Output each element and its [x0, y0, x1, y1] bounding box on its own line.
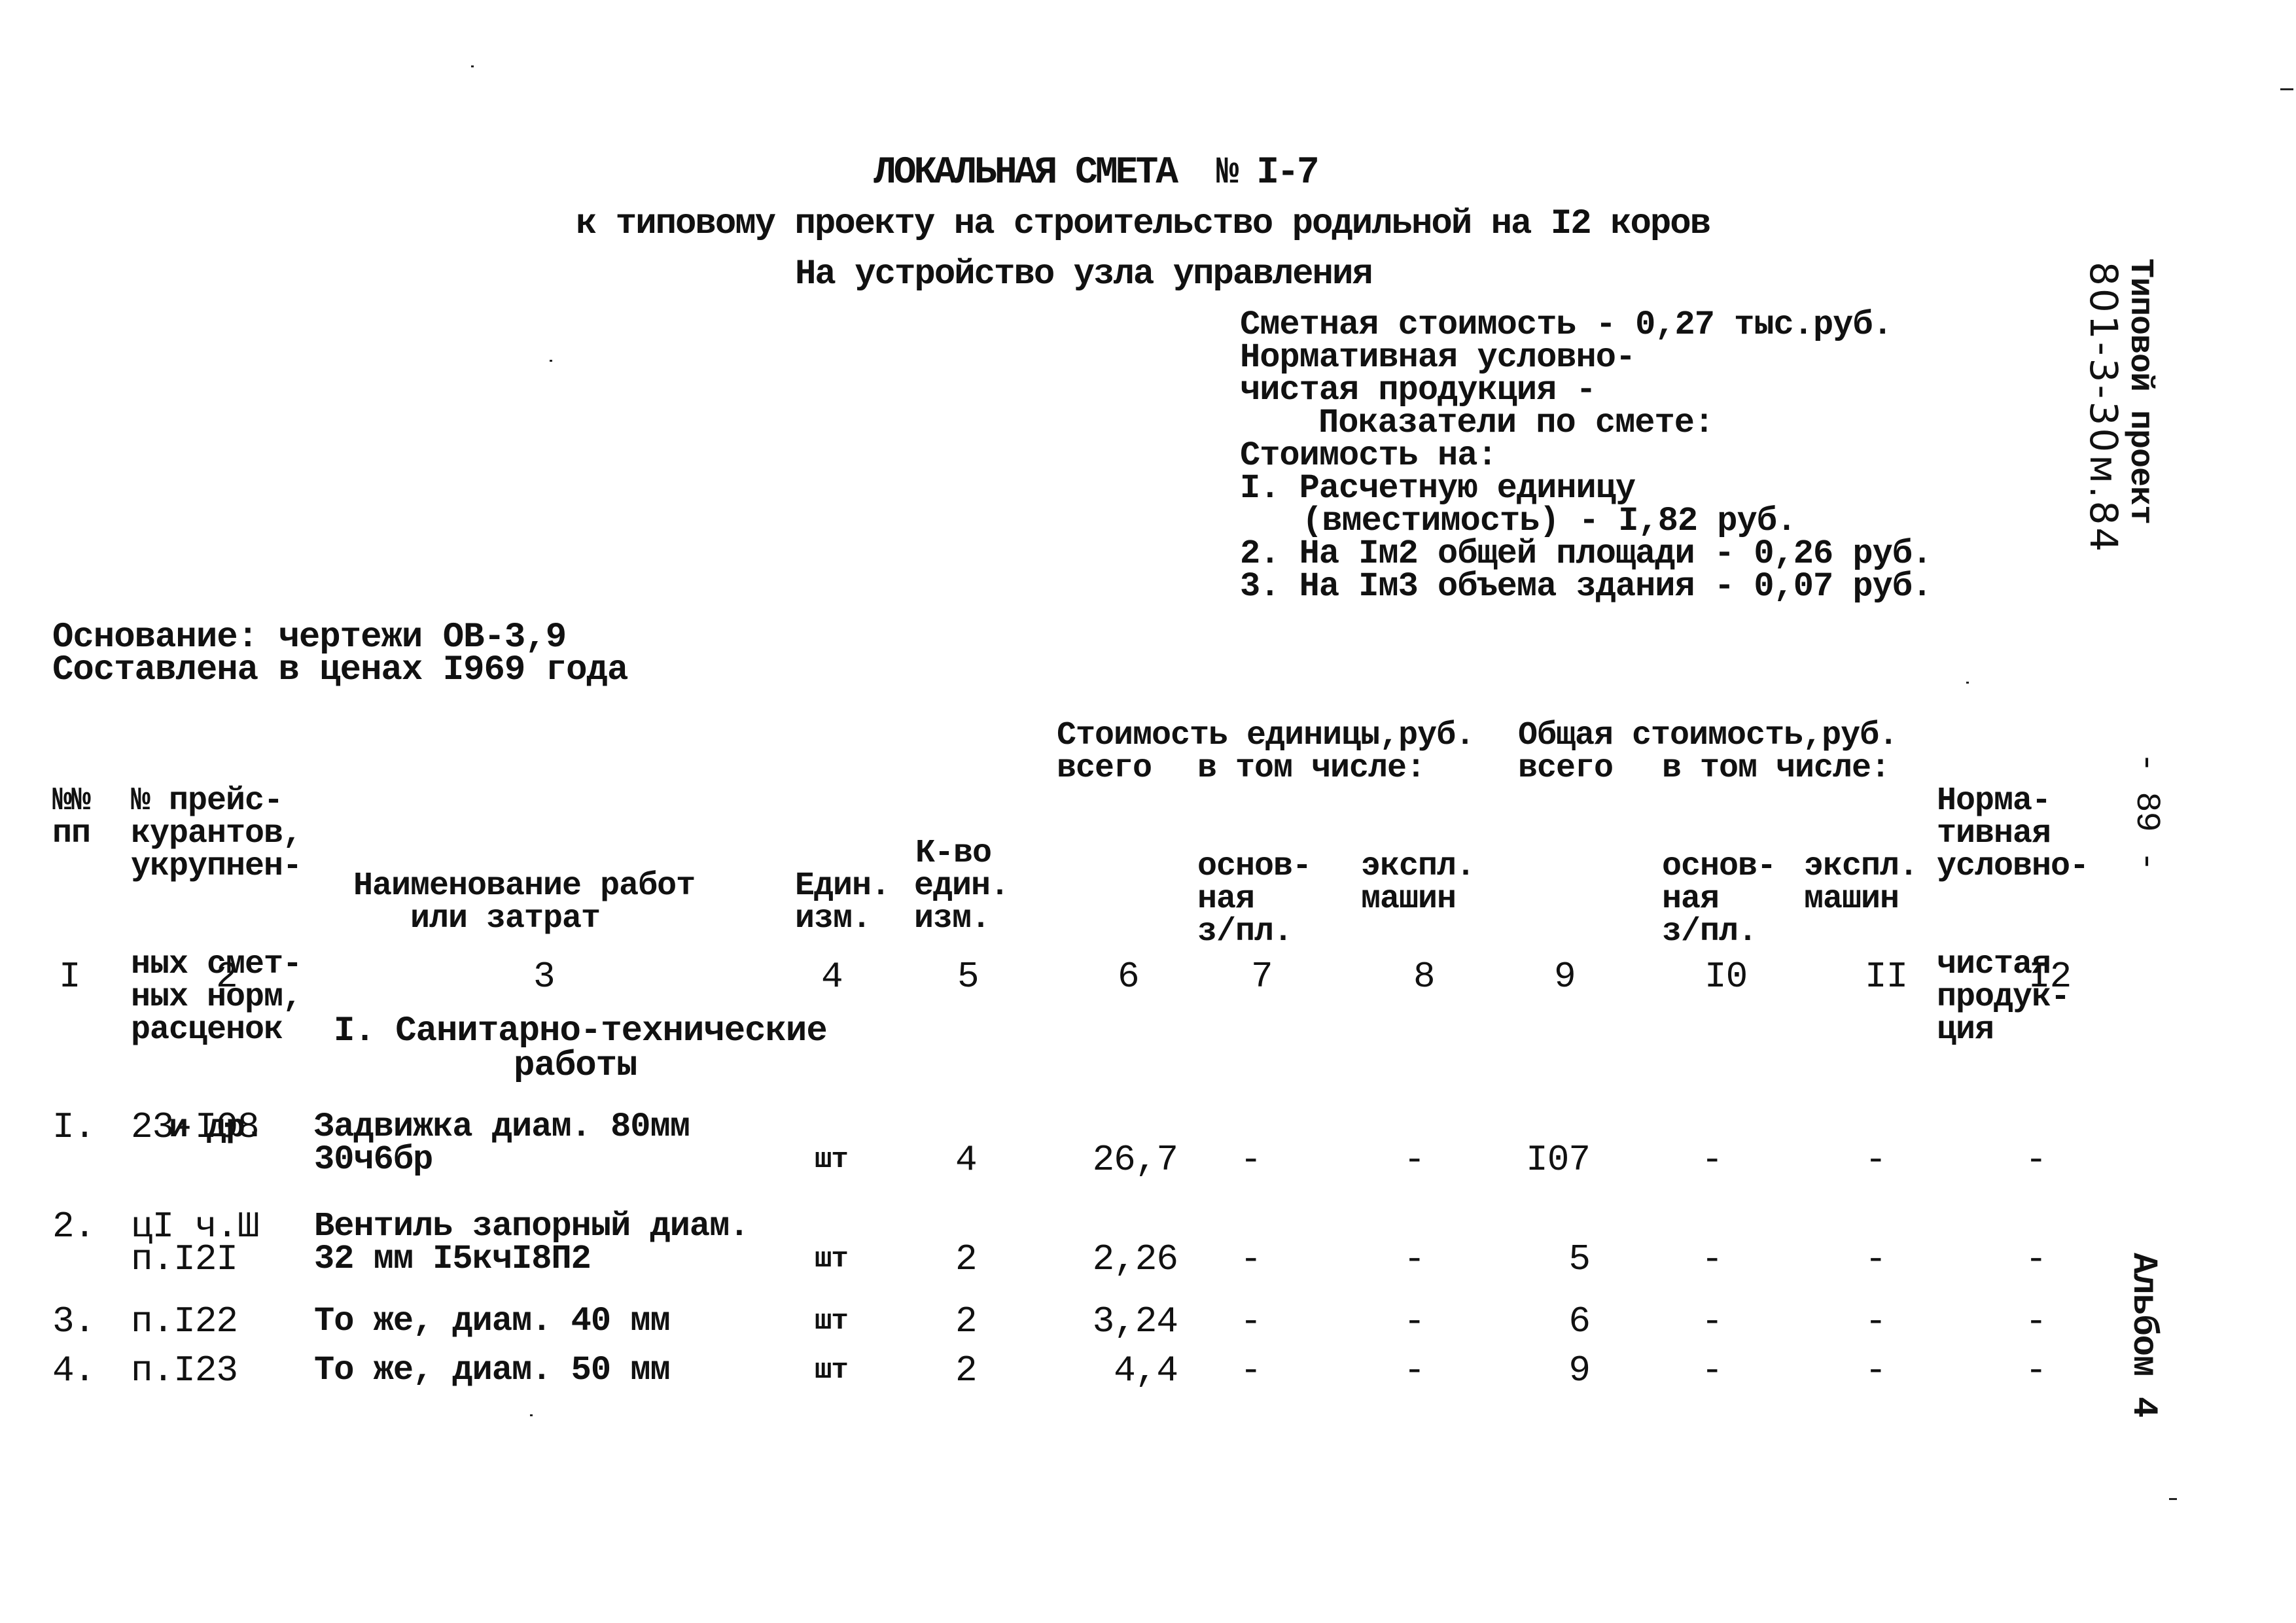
column-number: II	[1865, 956, 1908, 998]
row-normative: -	[2025, 1350, 2047, 1391]
row-name: 30ч6бр	[314, 1140, 433, 1179]
header-unit-incl: в том числе:	[1197, 750, 1426, 787]
header-col-1: №№ пп	[52, 782, 91, 852]
normative-line-1: Нормативная условно-	[1240, 338, 1636, 377]
row-unit-wage: -	[1240, 1350, 1262, 1391]
document-subtitle: к типовому проекту на строительство роди…	[576, 204, 1711, 244]
estimated-cost: Сметная стоимость - 0,27 тыс.руб.	[1240, 305, 1893, 344]
row-total: 5	[1568, 1238, 1591, 1280]
row-number: 4.	[52, 1350, 96, 1391]
header-total-cost-group: Общая стоимость,руб.	[1518, 717, 1898, 754]
scan-speck	[1966, 682, 1969, 684]
row-name: 32 мм I5кчI8П2	[314, 1240, 592, 1278]
row-unit: шт	[815, 1143, 849, 1176]
column-number: I	[59, 956, 81, 998]
indicator-3: 3. На Iм3 объема здания - 0,07 руб.	[1240, 567, 1932, 606]
row-total-wage: -	[1701, 1238, 1723, 1280]
indicator-2: 2. На Iм2 общей площади - 0,26 руб.	[1240, 534, 1932, 573]
row-total: I07	[1526, 1139, 1591, 1181]
row-total-machine: -	[1865, 1139, 1887, 1181]
row-number: I.	[52, 1106, 96, 1148]
header-col-3: Наименование работ или затрат	[353, 867, 696, 937]
header-col-12: Норма-тивная условно- чистая продук-ция	[1937, 782, 2089, 1049]
row-normative: -	[2025, 1300, 2047, 1342]
prices-line: Составлена в ценах I969 года	[52, 650, 628, 690]
section-title-line-2: работы	[514, 1046, 637, 1086]
row-name: Вентиль запорный диам.	[314, 1207, 750, 1246]
indicator-1-line-1: I. Расчетную единицу	[1240, 469, 1636, 508]
row-quantity: 2	[955, 1238, 978, 1280]
column-number: 8	[1413, 956, 1436, 998]
row-total: 6	[1568, 1300, 1591, 1342]
row-code: п.I2I	[131, 1238, 238, 1280]
page-number: - 89 -	[2127, 752, 2166, 871]
row-quantity: 2	[955, 1350, 978, 1391]
column-number: 3	[533, 956, 556, 998]
column-number: 4	[821, 956, 843, 998]
normative-line-2: чистая продукция -	[1240, 371, 1597, 410]
scan-speck	[471, 65, 474, 67]
row-unit-total: 26,7	[1092, 1139, 1178, 1181]
row-unit-total: 4,4	[1114, 1350, 1178, 1391]
row-total-machine: -	[1865, 1238, 1887, 1280]
column-number: 2	[216, 956, 238, 998]
header-col-11: экспл. машин	[1804, 848, 1918, 918]
header-col-6: всего	[1057, 750, 1152, 787]
column-number: 5	[957, 956, 980, 998]
row-total: 9	[1568, 1350, 1591, 1391]
cost-on-label: Стоимость на:	[1240, 436, 1498, 475]
column-number: 9	[1554, 956, 1576, 998]
row-unit-machine: -	[1404, 1350, 1426, 1391]
row-unit-total: 3,24	[1092, 1300, 1178, 1342]
row-unit-wage: -	[1240, 1139, 1262, 1181]
row-quantity: 4	[955, 1139, 978, 1181]
indicator-1-line-2: (вместимость) - I,82 руб.	[1302, 502, 1797, 540]
row-unit-machine: -	[1404, 1300, 1426, 1342]
row-quantity: 2	[955, 1300, 978, 1342]
row-name: То же, диам. 50 мм	[314, 1351, 671, 1389]
scan-speck	[2169, 1498, 2177, 1500]
column-number: I2	[2028, 956, 2072, 998]
basis-line: Основание: чертежи ОВ-3,9	[52, 618, 567, 657]
row-normative: -	[2025, 1139, 2047, 1181]
column-number: 7	[1251, 956, 1273, 998]
row-total-wage: -	[1701, 1350, 1723, 1391]
column-number: I0	[1704, 956, 1748, 998]
scan-speck	[530, 1414, 533, 1416]
row-total-machine: -	[1865, 1350, 1887, 1391]
header-total-incl: в том числе:	[1662, 750, 1890, 787]
column-number: 6	[1118, 956, 1140, 998]
header-col-8: экспл. машин	[1361, 848, 1475, 918]
row-unit: шт	[815, 1243, 849, 1276]
section-title-line-1: I. Санитарно-технические	[334, 1011, 828, 1051]
row-total-machine: -	[1865, 1300, 1887, 1342]
document-title: ЛОКАЛЬНАЯ СМЕТА № I-7	[874, 152, 1320, 194]
row-unit: шт	[815, 1354, 849, 1387]
row-name: Задвижка диам. 80мм	[314, 1108, 690, 1146]
row-normative: -	[2025, 1238, 2047, 1280]
row-unit-machine: -	[1404, 1139, 1426, 1181]
row-unit-machine: -	[1404, 1238, 1426, 1280]
header-unit-cost-group: Стоимость единицы,руб.	[1057, 717, 1475, 754]
row-total-wage: -	[1701, 1300, 1723, 1342]
row-total-wage: -	[1701, 1139, 1723, 1181]
document-purpose: На устройство узла управления	[795, 254, 1373, 294]
row-name: То же, диам. 40 мм	[314, 1302, 671, 1340]
row-code: п.I23	[131, 1350, 238, 1391]
indicators-title: Показатели по смете:	[1318, 404, 1714, 442]
row-number: 2.	[52, 1206, 96, 1248]
row-code: п.I22	[131, 1300, 238, 1342]
album-label: Альбом 4	[2123, 1253, 2163, 1418]
row-unit: шт	[815, 1305, 849, 1338]
row-code: 23-I08	[131, 1106, 260, 1148]
scan-speck	[2280, 88, 2293, 90]
scan-speck	[550, 360, 552, 362]
side-stamp-handwritten: 801-3-30м.84	[2081, 262, 2126, 555]
row-number: 3.	[52, 1300, 96, 1342]
row-unit-wage: -	[1240, 1300, 1262, 1342]
header-col-9: всего	[1518, 750, 1614, 787]
row-unit-total: 2,26	[1092, 1238, 1178, 1280]
side-stamp-typed: Типовой проект	[2121, 258, 2159, 525]
row-unit-wage: -	[1240, 1238, 1262, 1280]
